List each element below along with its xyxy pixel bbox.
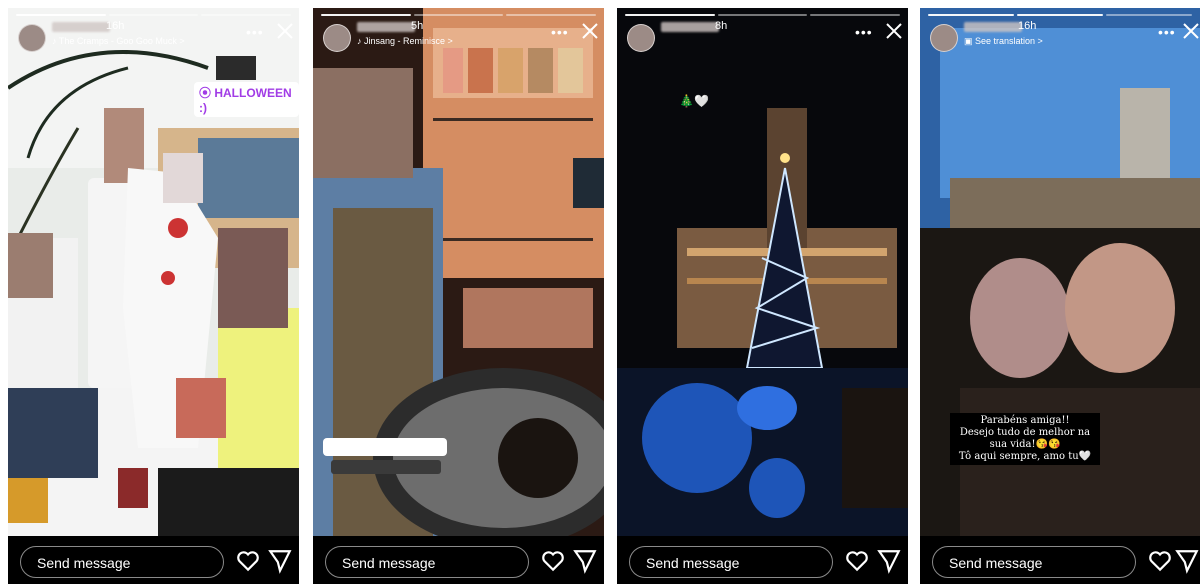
story-card-2[interactable]: 5h ♪ Jinsang - Reminisce > ••• Send mess… bbox=[313, 8, 604, 584]
heart-icon[interactable] bbox=[540, 548, 566, 574]
send-message-input[interactable]: Send message bbox=[20, 546, 224, 578]
send-icon[interactable] bbox=[876, 548, 902, 574]
story-footer: Send message bbox=[920, 536, 1200, 584]
story-card-4[interactable]: 16h ▣ See translation > ••• Parabéns ami… bbox=[920, 8, 1200, 584]
more-icon[interactable]: ••• bbox=[551, 24, 569, 40]
story-caption: Parabéns amiga!! Desejo tudo de melhor n… bbox=[950, 413, 1100, 465]
story-card-1[interactable]: 16h ♪ The Cramps - Goo Goo Muck > ••• ⦿ … bbox=[8, 8, 299, 584]
username-blurred[interactable] bbox=[52, 22, 110, 32]
send-icon[interactable] bbox=[1174, 548, 1200, 574]
story-footer: Send message bbox=[617, 536, 908, 584]
close-icon[interactable] bbox=[885, 22, 903, 40]
username-blurred[interactable] bbox=[964, 22, 1022, 32]
more-icon[interactable]: ••• bbox=[1158, 24, 1176, 40]
post-time: 16h bbox=[106, 20, 125, 32]
avatar[interactable] bbox=[627, 24, 655, 52]
music-icon: ♪ bbox=[357, 36, 365, 46]
username-blurred[interactable] bbox=[661, 22, 719, 32]
story-footer: Send message bbox=[8, 536, 299, 584]
translate-icon: ▣ bbox=[964, 36, 976, 46]
progress-bars bbox=[321, 14, 597, 16]
send-icon[interactable] bbox=[572, 548, 598, 574]
avatar[interactable] bbox=[323, 24, 351, 52]
pin-icon: ⦿ bbox=[199, 86, 215, 100]
heart-icon[interactable] bbox=[844, 548, 870, 574]
tree-heart-sticker: 🎄🤍 bbox=[679, 94, 709, 108]
story-card-3[interactable]: 8h ••• 🎄🤍 Send message bbox=[617, 8, 908, 584]
progress-bars bbox=[16, 14, 292, 16]
progress-bars bbox=[928, 14, 1192, 16]
progress-bars bbox=[625, 14, 901, 16]
more-icon[interactable]: ••• bbox=[855, 24, 873, 40]
see-translation-link[interactable]: ▣ See translation > bbox=[964, 36, 1043, 47]
blurred-sticker bbox=[216, 56, 256, 80]
avatar[interactable] bbox=[18, 24, 46, 52]
send-message-input[interactable]: Send message bbox=[325, 546, 529, 578]
close-icon[interactable] bbox=[276, 22, 294, 40]
music-label[interactable]: ♪ Jinsang - Reminisce > bbox=[357, 36, 453, 46]
avatar[interactable] bbox=[930, 24, 958, 52]
story-media bbox=[617, 8, 908, 536]
location-sticker[interactable]: ⦿ HALLOWEEN :) bbox=[194, 82, 299, 117]
post-time: 5h bbox=[411, 20, 424, 32]
caption-blurred bbox=[331, 460, 441, 474]
location-sticker-blurred[interactable] bbox=[323, 438, 447, 456]
post-time: 16h bbox=[1018, 20, 1037, 32]
send-message-input[interactable]: Send message bbox=[932, 546, 1136, 578]
close-icon[interactable] bbox=[1182, 22, 1200, 40]
close-icon[interactable] bbox=[581, 22, 599, 40]
send-message-input[interactable]: Send message bbox=[629, 546, 833, 578]
story-media bbox=[313, 8, 604, 536]
heart-icon[interactable] bbox=[1147, 548, 1173, 574]
send-icon[interactable] bbox=[267, 548, 293, 574]
story-footer: Send message bbox=[313, 536, 604, 584]
post-time: 8h bbox=[715, 20, 728, 32]
music-icon: ♪ bbox=[52, 36, 59, 46]
more-icon[interactable]: ••• bbox=[246, 24, 264, 40]
heart-icon[interactable] bbox=[235, 548, 261, 574]
music-label[interactable]: ♪ The Cramps - Goo Goo Muck > bbox=[52, 36, 185, 46]
username-blurred[interactable] bbox=[357, 22, 415, 32]
